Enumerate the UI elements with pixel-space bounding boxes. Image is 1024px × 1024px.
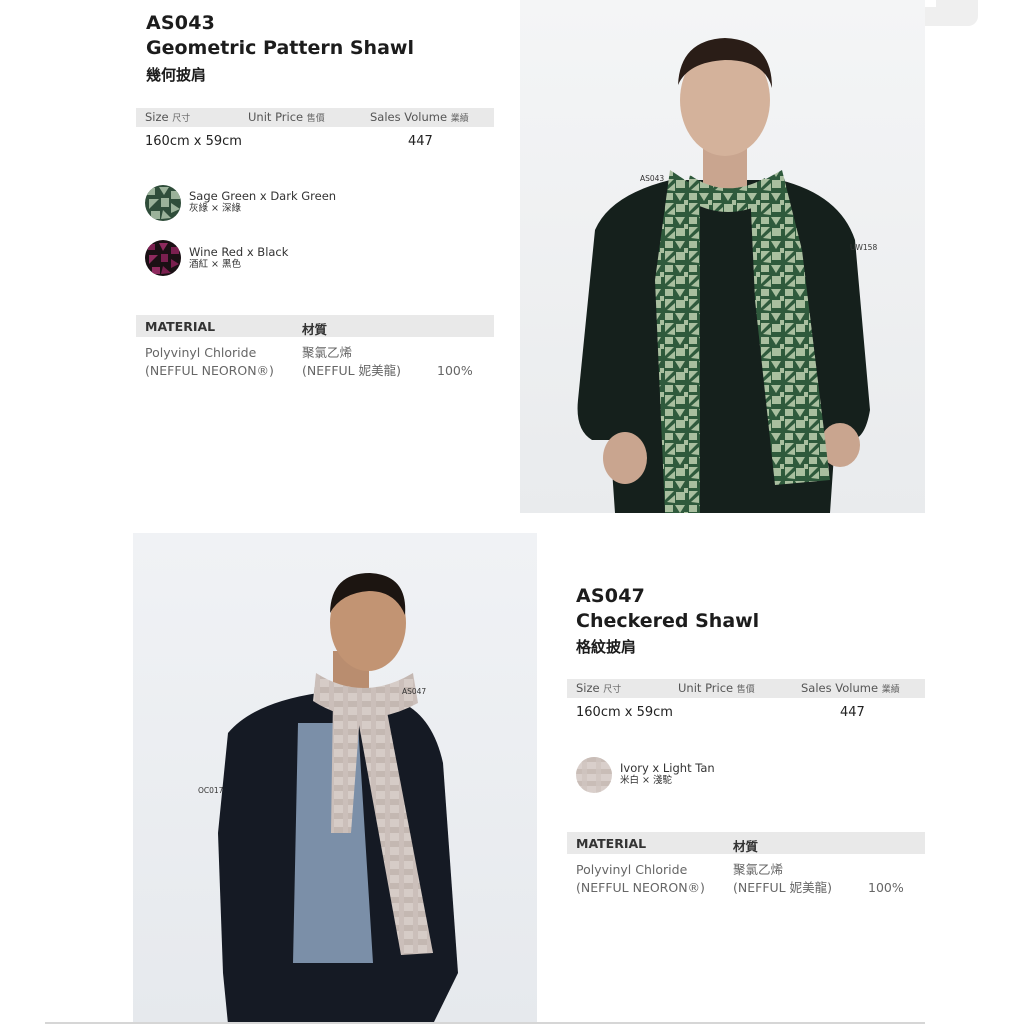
product-title: Checkered Shawl bbox=[576, 610, 760, 632]
color-swatch bbox=[145, 240, 181, 276]
color-name-zh: 酒紅 × 黑色 bbox=[189, 259, 241, 270]
color-name-zh: 米白 × 淺駝 bbox=[620, 775, 672, 786]
volume-value: 447 bbox=[840, 705, 865, 720]
photo-tag: OC017 bbox=[198, 786, 224, 795]
price-header: Unit Price 售價 bbox=[248, 110, 325, 124]
color-option: Sage Green x Dark Green 灰綠 × 深綠 bbox=[189, 190, 336, 215]
color-option: Ivory x Light Tan 米白 × 淺駝 bbox=[620, 762, 715, 787]
material-percent: 100% bbox=[437, 363, 473, 378]
size-value: 160cm x 59cm bbox=[145, 134, 242, 149]
material-heading-zh: 材質 bbox=[302, 322, 328, 337]
material-percent: 100% bbox=[868, 880, 904, 895]
photo-tag: UW158 bbox=[850, 243, 878, 252]
material-heading-zh: 材質 bbox=[733, 839, 759, 854]
product-title-zh: 幾何披肩 bbox=[146, 66, 207, 84]
color-name: Ivory x Light Tan bbox=[620, 761, 715, 775]
volume-header: Sales Volume 業績 bbox=[801, 681, 900, 695]
volume-value: 447 bbox=[408, 134, 433, 149]
product-code: AS043 bbox=[146, 12, 216, 34]
material-en: Polyvinyl Chloride (NEFFUL NEORON®) bbox=[145, 345, 274, 378]
color-name: Sage Green x Dark Green bbox=[189, 189, 337, 203]
product-title-zh: 格紋披肩 bbox=[576, 638, 637, 656]
color-swatch bbox=[145, 185, 181, 221]
size-header: Size 尺寸 bbox=[576, 681, 622, 695]
product-title: Geometric Pattern Shawl bbox=[146, 37, 414, 59]
material-zh: 聚氯乙烯 (NEFFUL 妮美龍) bbox=[302, 345, 401, 378]
product-code: AS047 bbox=[576, 585, 646, 607]
price-header: Unit Price 售價 bbox=[678, 681, 755, 695]
color-name: Wine Red x Black bbox=[189, 245, 289, 259]
color-name-zh: 灰綠 × 深綠 bbox=[189, 203, 241, 214]
material-heading: MATERIAL bbox=[145, 319, 216, 334]
size-value: 160cm x 59cm bbox=[576, 705, 673, 720]
model-photo bbox=[520, 0, 925, 513]
material-zh: 聚氯乙烯 (NEFFUL 妮美龍) bbox=[733, 862, 832, 895]
material-heading: MATERIAL bbox=[576, 836, 647, 851]
material-en: Polyvinyl Chloride (NEFFUL NEORON®) bbox=[576, 862, 705, 895]
color-option: Wine Red x Black 酒紅 × 黑色 bbox=[189, 246, 288, 271]
volume-header: Sales Volume 業績 bbox=[370, 110, 469, 124]
model-photo bbox=[133, 533, 537, 1024]
color-swatch bbox=[576, 757, 612, 793]
photo-tag: AS047 bbox=[402, 687, 427, 696]
size-header: Size 尺寸 bbox=[145, 110, 191, 124]
photo-tag: AS043 bbox=[640, 174, 665, 183]
